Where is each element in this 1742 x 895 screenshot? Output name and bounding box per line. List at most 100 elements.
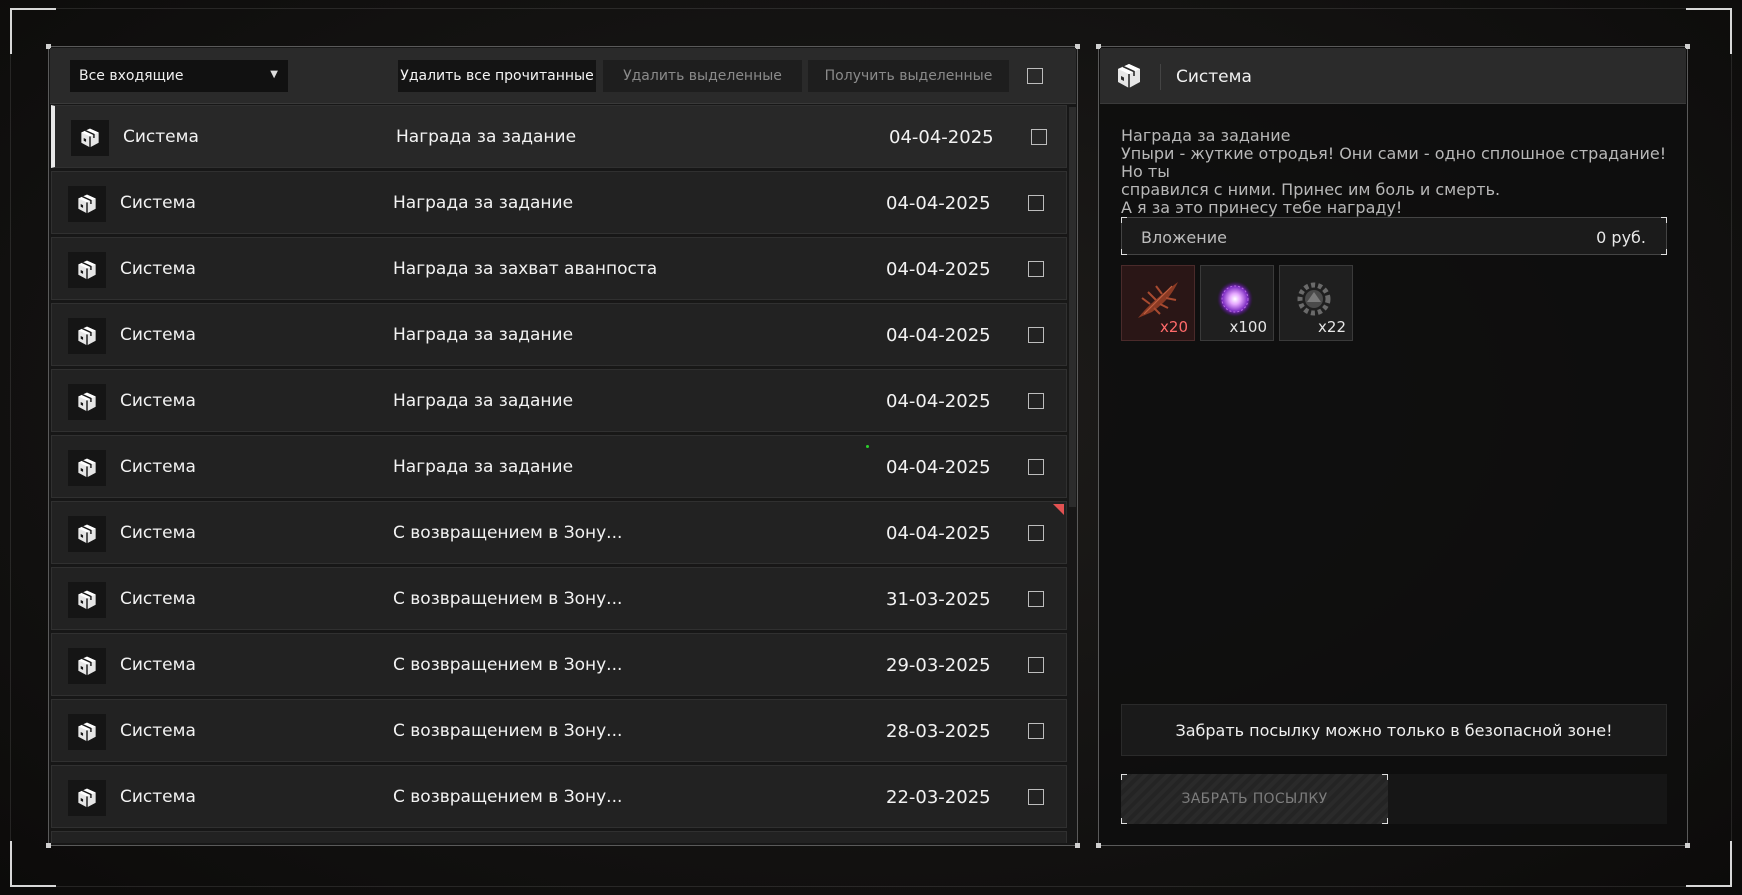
message-date: 04-04-2025: [886, 259, 991, 280]
package-icon: [71, 120, 109, 156]
attachment-money-value: 0 руб.: [1596, 228, 1646, 247]
inbox-panel: Все входящие ▼ Удалить все прочитанные У…: [46, 44, 1080, 848]
message-sender: Система: [120, 721, 196, 741]
message-checkbox[interactable]: [1028, 459, 1044, 475]
package-icon: [68, 648, 106, 684]
detail-sender-title: Система: [1176, 67, 1252, 87]
message-checkbox[interactable]: [1028, 393, 1044, 409]
message-subject: Награда за захват аванпоста: [393, 259, 658, 279]
message-row[interactable]: [51, 831, 1067, 843]
package-icon: [68, 780, 106, 816]
message-subject: С возвращением в Зону...: [393, 787, 623, 807]
item-quantity: x20: [1160, 318, 1188, 336]
message-subject: С возвращением в Зону...: [393, 655, 623, 675]
frame-corner: [1686, 8, 1732, 54]
message-checkbox[interactable]: [1028, 591, 1044, 607]
item-quantity: x100: [1229, 318, 1267, 336]
item-quantity: x22: [1318, 318, 1346, 336]
message-row[interactable]: Система Награда за задание 04-04-2025: [51, 105, 1067, 168]
filter-select-value: Все входящие: [79, 68, 184, 84]
message-date: 29-03-2025: [886, 655, 991, 676]
message-sender: Система: [120, 259, 196, 279]
safe-zone-notice: Забрать посылку можно только в безопасно…: [1121, 704, 1667, 756]
message-checkbox[interactable]: [1028, 195, 1044, 211]
message-subject: Награда за задание: [393, 391, 574, 411]
package-icon: [68, 186, 106, 222]
detail-header: Система: [1100, 48, 1686, 104]
message-row[interactable]: Система С возвращением в Зону... 31-03-202…: [51, 567, 1067, 630]
message-checkbox[interactable]: [1028, 525, 1044, 541]
attachment-bar: Вложение 0 руб.: [1121, 217, 1667, 255]
receive-selected-button[interactable]: Получить выделенные: [808, 60, 1009, 92]
message-subject: С возвращением в Зону...: [393, 721, 623, 741]
message-row[interactable]: Система Награда за задание 04-04-2025: [51, 303, 1067, 366]
message-sender: Система: [120, 589, 196, 609]
message-subject: Награда за задание: [393, 325, 574, 345]
select-all-checkbox[interactable]: [1027, 68, 1043, 84]
inbox-filter-select[interactable]: Все входящие ▼: [70, 60, 288, 92]
package-icon: [1115, 62, 1143, 94]
gear-emblem-icon: [1297, 282, 1331, 316]
unread-flag-icon: [1053, 504, 1064, 515]
package-icon: [68, 318, 106, 354]
orb-icon: [1217, 281, 1253, 317]
feather-icon: [1138, 282, 1178, 318]
take-package-area: ЗАБРАТЬ ПОСЫЛКУ: [1121, 774, 1667, 824]
purple-orb-item[interactable]: x100: [1200, 265, 1274, 341]
message-line: Упыри - жуткие отродья! Они сами - одно …: [1121, 144, 1672, 181]
message-date: 04-04-2025: [886, 193, 991, 214]
message-date: 31-03-2025: [886, 589, 991, 610]
message-date: 04-04-2025: [886, 523, 991, 544]
message-subject: Награда за задание: [396, 127, 577, 147]
message-row[interactable]: Система Награда за задание 04-04-2025: [51, 435, 1067, 498]
message-subject: Награда за задание: [393, 457, 574, 477]
red-feather-item[interactable]: x20: [1121, 265, 1195, 341]
gear-emblem-item[interactable]: x22: [1279, 265, 1353, 341]
message-checkbox[interactable]: [1028, 327, 1044, 343]
message-checkbox[interactable]: [1028, 657, 1044, 673]
package-icon: [68, 714, 106, 750]
message-line: А я за это принесу тебе награду!: [1121, 198, 1403, 217]
message-row[interactable]: Система С возвращением в Зону... 04-04-202…: [51, 501, 1067, 564]
message-subject: Награда за задание: [1121, 126, 1291, 145]
message-checkbox[interactable]: [1028, 723, 1044, 739]
delete-all-read-button[interactable]: Удалить все прочитанные: [398, 60, 596, 92]
message-date: 04-04-2025: [886, 325, 991, 346]
take-package-label: ЗАБРАТЬ ПОСЫЛКУ: [1181, 791, 1328, 807]
message-checkbox[interactable]: [1031, 129, 1047, 145]
message-row[interactable]: Система С возвращением в Зону... 22-03-202…: [51, 765, 1067, 828]
message-sender: Система: [120, 391, 196, 411]
message-date: 04-04-2025: [889, 127, 994, 148]
message-detail-panel: Система Награда за задание Упыри - жутки…: [1096, 44, 1690, 848]
message-list: Система Награда за задание 04-04-2025 Систе…: [51, 105, 1067, 843]
message-checkbox[interactable]: [1028, 261, 1044, 277]
message-checkbox[interactable]: [1028, 789, 1044, 805]
package-icon: [68, 450, 106, 486]
dropdown-arrow-icon: ▼: [270, 69, 278, 80]
message-row[interactable]: Система С возвращением в Зону... 28-03-202…: [51, 699, 1067, 762]
message-list-scrollbar[interactable]: [1069, 107, 1076, 507]
message-sender: Система: [120, 655, 196, 675]
message-row[interactable]: Система Награда за задание 04-04-2025: [51, 369, 1067, 432]
package-icon: [68, 384, 106, 420]
status-dot: [866, 445, 869, 448]
message-sender: Система: [123, 127, 199, 147]
package-icon: [68, 582, 106, 618]
package-icon: [68, 252, 106, 288]
take-package-button[interactable]: ЗАБРАТЬ ПОСЫЛКУ: [1121, 774, 1388, 824]
message-sender: Система: [120, 193, 196, 213]
attachment-label: Вложение: [1141, 228, 1227, 247]
header-divider: [1160, 64, 1161, 90]
message-row[interactable]: Система Награда за задание 04-04-2025: [51, 171, 1067, 234]
message-sender: Система: [120, 325, 196, 345]
inbox-toolbar: Все входящие ▼ Удалить все прочитанные У…: [50, 48, 1076, 104]
message-sender: Система: [120, 457, 196, 477]
delete-selected-button[interactable]: Удалить выделенные: [603, 60, 802, 92]
frame-corner: [1686, 841, 1732, 887]
message-row[interactable]: Система Награда за захват аванпоста 04-04-…: [51, 237, 1067, 300]
message-date: 28-03-2025: [886, 721, 991, 742]
message-date: 04-04-2025: [886, 391, 991, 412]
package-icon: [68, 516, 106, 552]
message-row[interactable]: Система С возвращением в Зону... 29-03-202…: [51, 633, 1067, 696]
message-date: 04-04-2025: [886, 457, 991, 478]
